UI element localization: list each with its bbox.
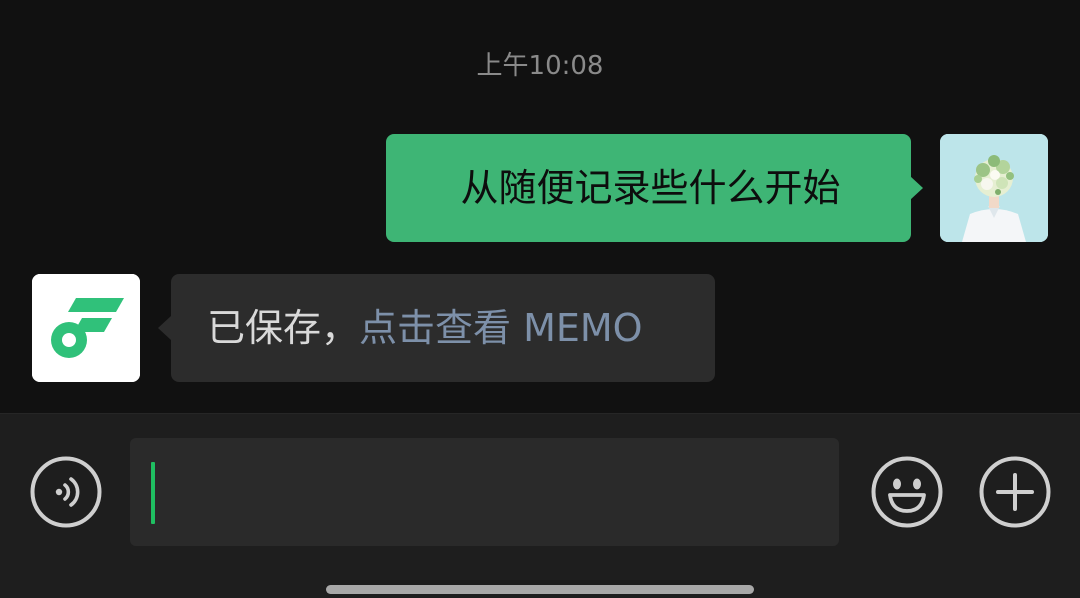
emoji-button[interactable]: [871, 456, 943, 528]
message-timestamp: 上午10:08: [476, 51, 604, 81]
bubble-tail: [158, 316, 171, 340]
message-list[interactable]: 上午10:08 从随便记录些什么开始 已保存，点击查看 MEMO: [0, 0, 1080, 413]
incoming-message-bubble[interactable]: 已保存，点击查看 MEMO: [158, 274, 715, 382]
home-indicator[interactable]: [326, 585, 754, 594]
chat-screen: 上午10:08 从随便记录些什么开始 已保存，点击查看 MEMO: [0, 0, 1080, 598]
incoming-message-text: 已保存，: [207, 306, 360, 350]
plus-icon: [979, 456, 1051, 528]
text-caret: [151, 462, 155, 524]
outgoing-message-bubble[interactable]: 从随便记录些什么开始: [386, 134, 923, 242]
flomo-logo-icon: [32, 274, 140, 382]
outgoing-message-text: 从随便记录些什么开始: [460, 166, 841, 210]
bubble-tail: [910, 176, 923, 200]
input-bar: [0, 413, 1080, 598]
user-avatar-illustration: [940, 134, 1048, 242]
view-memo-link[interactable]: 点击查看 MEMO: [359, 306, 643, 350]
emoji-icon: [871, 456, 943, 528]
message-input[interactable]: [130, 438, 839, 546]
bot-avatar[interactable]: [32, 274, 140, 382]
voice-button[interactable]: [30, 456, 102, 528]
user-avatar[interactable]: [940, 134, 1048, 242]
voice-icon: [30, 456, 102, 528]
more-button[interactable]: [979, 456, 1051, 528]
